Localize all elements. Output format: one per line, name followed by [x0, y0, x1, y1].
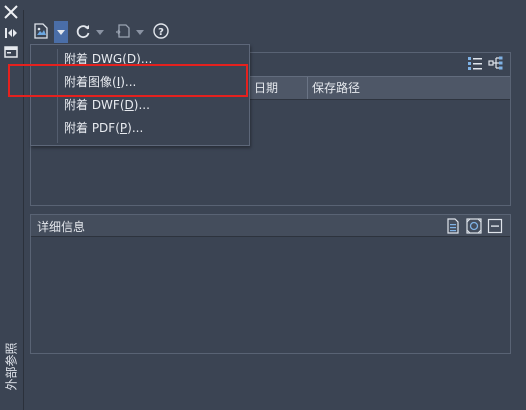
collapse-icon[interactable] — [487, 218, 503, 234]
change-path-button[interactable] — [112, 20, 134, 44]
refresh-icon — [74, 22, 92, 43]
highlight-annotation-box — [8, 64, 248, 97]
change-path-dropdown-toggle[interactable] — [134, 20, 146, 44]
details-panel: 详细信息 — [30, 214, 511, 354]
palette-side-strip: 外部参照 — [0, 0, 22, 410]
properties-icon[interactable] — [2, 43, 20, 61]
menu-item-attach-pdf[interactable]: 附着 PDF(P)... — [32, 117, 248, 140]
menu-item-label: 附着 DWF( — [64, 98, 125, 112]
menu-item-suffix: )... — [127, 121, 144, 135]
change-path-icon — [114, 22, 132, 43]
column-saved-path[interactable]: 保存路径 — [307, 77, 510, 99]
details-body — [31, 238, 510, 353]
menu-item-label: 附着 PDF( — [64, 121, 120, 135]
svg-text:?: ? — [158, 27, 164, 38]
help-icon: ? — [152, 22, 170, 43]
preview-icon[interactable] — [466, 218, 482, 234]
chevron-down-icon — [136, 29, 144, 35]
auto-hide-icon[interactable] — [2, 24, 20, 42]
chevron-down-icon — [96, 29, 104, 35]
details-title: 详细信息 — [37, 220, 86, 234]
tree-view-icon[interactable] — [488, 55, 504, 71]
menu-item-suffix: )... — [133, 98, 150, 112]
palette-title: 外部参照 — [0, 336, 22, 396]
help-button[interactable]: ? — [150, 20, 172, 44]
attach-button[interactable] — [30, 20, 52, 44]
refresh-dropdown-toggle[interactable] — [94, 20, 106, 44]
details-header: 详细信息 — [31, 215, 510, 237]
palette-title-text: 外部参照 — [4, 342, 19, 391]
refresh-button[interactable] — [72, 20, 94, 44]
attach-dropdown-toggle[interactable] — [54, 21, 68, 43]
chevron-down-icon — [57, 29, 65, 35]
details-properties-icon[interactable] — [445, 218, 461, 234]
column-date[interactable]: 日期 — [249, 77, 307, 99]
menu-item-accelerator: D — [124, 98, 134, 112]
menu-item-attach-dwf[interactable]: 附着 DWF(D)... — [32, 94, 248, 117]
toolbar: ? — [30, 20, 230, 44]
list-view-icon[interactable] — [467, 55, 483, 71]
close-icon[interactable] — [2, 3, 20, 21]
attach-image-icon — [32, 22, 50, 43]
